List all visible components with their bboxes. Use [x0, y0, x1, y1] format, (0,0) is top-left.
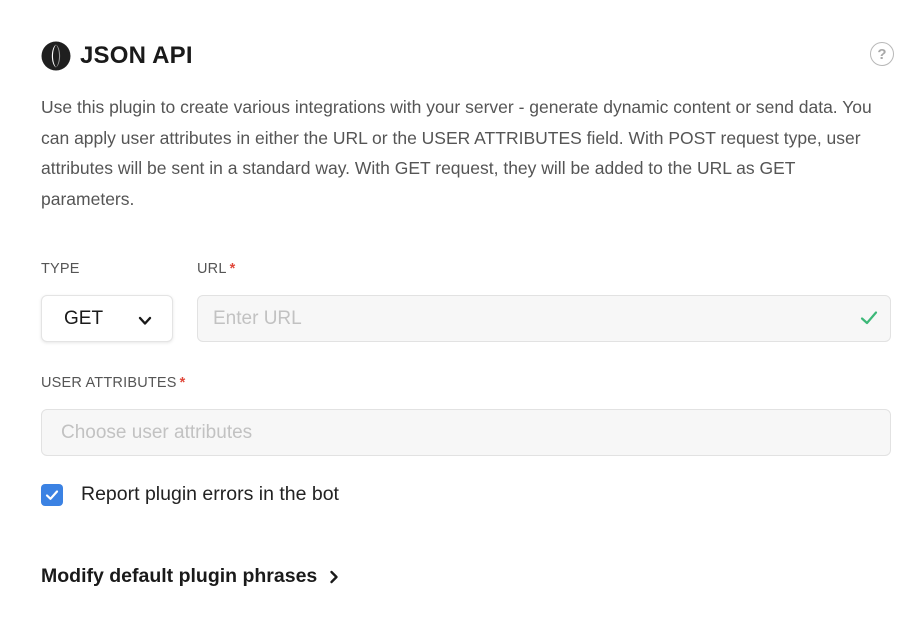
report-errors-label: Report plugin errors in the bot: [81, 483, 339, 505]
required-mark: *: [179, 375, 186, 391]
modify-phrases-link[interactable]: Modify default plugin phrases: [41, 565, 339, 588]
page-title: JSON API: [80, 42, 193, 69]
json-logo-icon: [41, 41, 71, 71]
url-input[interactable]: [198, 296, 838, 341]
type-label: TYPE: [41, 261, 80, 277]
user-attributes-label-text: USER ATTRIBUTES: [41, 375, 177, 391]
help-circle-icon[interactable]: ?: [870, 42, 894, 66]
chevron-right-icon: [329, 570, 339, 584]
url-label: URL *: [197, 261, 235, 277]
json-api-plugin-panel: JSON API ? Use this plugin to create var…: [0, 0, 918, 621]
type-select-value: GET: [64, 307, 104, 329]
url-label-text: URL: [197, 261, 227, 277]
check-icon: [860, 310, 878, 326]
user-attributes-label: USER ATTRIBUTES *: [41, 375, 186, 391]
url-field: [197, 295, 891, 342]
plugin-header: JSON API: [41, 40, 193, 72]
user-attributes-input[interactable]: [42, 410, 888, 455]
chevron-down-icon: [138, 313, 152, 325]
user-attributes-field: [41, 409, 891, 456]
type-label-text: TYPE: [41, 261, 80, 277]
modify-phrases-label: Modify default plugin phrases: [41, 565, 318, 587]
report-errors-checkbox[interactable]: [41, 483, 63, 506]
checkmark-icon: [45, 489, 59, 500]
plugin-description: Use this plugin to create various integr…: [41, 97, 872, 209]
type-select[interactable]: GET: [41, 295, 173, 342]
required-mark: *: [229, 261, 236, 277]
report-errors-option[interactable]: Report plugin errors in the bot: [41, 483, 339, 506]
